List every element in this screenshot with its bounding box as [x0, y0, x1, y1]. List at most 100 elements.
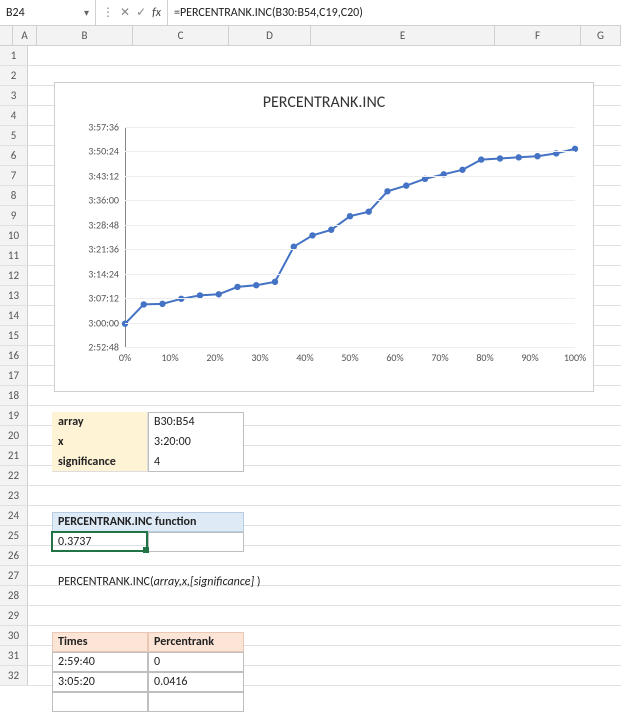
- row-header[interactable]: 12: [0, 266, 28, 285]
- param-x-value[interactable]: 3:20:00: [154, 432, 191, 452]
- syntax-text[interactable]: PERCENTRANK.INC(array,x,[significance] ): [58, 572, 261, 592]
- row-header[interactable]: 14: [0, 306, 28, 325]
- chart-y-tick-label: 3:43:12: [88, 169, 125, 182]
- chart-data-point: [216, 291, 222, 297]
- chart-series: [125, 127, 575, 347]
- row-header[interactable]: 7: [0, 166, 28, 185]
- column-header[interactable]: D: [229, 26, 311, 45]
- row-header[interactable]: 24: [0, 506, 28, 525]
- row-header[interactable]: 20: [0, 426, 28, 445]
- chart-x-tick-label: 20%: [206, 347, 223, 364]
- chart-gridline: [125, 249, 575, 250]
- name-box-value: B24: [6, 6, 25, 20]
- column-header[interactable]: G: [581, 26, 621, 45]
- chart-x-tick-label: 10%: [161, 347, 178, 364]
- chart-data-point: [516, 154, 522, 160]
- fx-icon[interactable]: fx: [152, 6, 161, 20]
- chart-data-point: [497, 155, 503, 161]
- row-header[interactable]: 23: [0, 486, 28, 505]
- chart-data-point: [272, 279, 278, 285]
- chart[interactable]: PERCENTRANK.INC 2:52:483:00:003:07:123:1…: [54, 82, 594, 392]
- formula-input[interactable]: =PERCENTRANK.INC(B30:B54,C19,C20): [168, 0, 621, 25]
- chart-x-tick-label: 70%: [431, 347, 448, 364]
- chart-gridline: [125, 151, 575, 152]
- chart-gridline: [125, 298, 575, 299]
- chart-gridline: [125, 127, 575, 128]
- column-header[interactable]: C: [133, 26, 229, 45]
- row-header[interactable]: 31: [0, 646, 28, 665]
- table-cell-pr: 0.0416: [154, 672, 187, 692]
- chart-y-tick-label: 3:00:00: [88, 316, 125, 329]
- chart-data-point: [403, 182, 409, 188]
- param-sig-value[interactable]: 4: [154, 452, 160, 472]
- chart-x-tick-label: 60%: [386, 347, 403, 364]
- formula-text: =PERCENTRANK.INC(B30:B54,C19,C20): [174, 6, 363, 20]
- row-header[interactable]: 1: [0, 46, 28, 65]
- row-header[interactable]: 32: [0, 666, 28, 685]
- row-header[interactable]: 16: [0, 346, 28, 365]
- chart-data-point: [347, 213, 353, 219]
- row-header[interactable]: 18: [0, 386, 28, 405]
- row-header[interactable]: 28: [0, 586, 28, 605]
- function-header[interactable]: PERCENTRANK.INC function: [58, 512, 196, 532]
- chart-y-tick-label: 3:28:48: [88, 218, 125, 231]
- confirm-icon[interactable]: ✓: [136, 5, 146, 20]
- row-header[interactable]: 4: [0, 106, 28, 125]
- row-header[interactable]: 8: [0, 186, 28, 205]
- chart-data-point: [459, 167, 465, 173]
- chart-x-tick-label: 30%: [251, 347, 268, 364]
- param-sig-label[interactable]: significance: [58, 452, 116, 472]
- result-value[interactable]: 0.3737: [58, 532, 91, 552]
- param-array-value[interactable]: B30:B54: [154, 412, 195, 432]
- row-header[interactable]: 27: [0, 566, 28, 585]
- chart-x-tick-label: 0%: [119, 347, 131, 364]
- chart-x-tick-label: 100%: [564, 347, 586, 364]
- chart-y-tick-label: 3:57:36: [88, 121, 125, 134]
- cancel-icon[interactable]: ✕: [120, 5, 130, 20]
- table-header-pr[interactable]: Percentrank: [154, 632, 214, 652]
- spreadsheet-grid: ABCDEFG 12345678910111213141516171819202…: [0, 26, 621, 686]
- row-header[interactable]: 22: [0, 466, 28, 485]
- row-header[interactable]: 21: [0, 446, 28, 465]
- row-header[interactable]: 13: [0, 286, 28, 305]
- chevron-down-icon[interactable]: ▾: [84, 6, 89, 19]
- formula-bar-buttons: ⋮ ✕ ✓ fx: [96, 0, 168, 25]
- row-header[interactable]: 11: [0, 246, 28, 265]
- table-cell-time: 2:59:40: [58, 652, 95, 672]
- table-header-times[interactable]: Times: [58, 632, 87, 652]
- row-header[interactable]: 30: [0, 626, 28, 645]
- chart-x-tick-label: 50%: [341, 347, 358, 364]
- column-header[interactable]: A: [13, 26, 37, 45]
- table-row[interactable]: [52, 692, 148, 712]
- select-all-corner[interactable]: [0, 26, 13, 45]
- column-header[interactable]: F: [495, 26, 581, 45]
- row-header[interactable]: 15: [0, 326, 28, 345]
- name-box[interactable]: B24 ▾: [0, 0, 96, 25]
- chart-x-tick-label: 90%: [521, 347, 538, 364]
- row-header[interactable]: 9: [0, 206, 28, 225]
- column-header[interactable]: B: [37, 26, 133, 45]
- table-row[interactable]: [148, 692, 244, 712]
- chart-y-tick-label: 3:21:36: [88, 243, 125, 256]
- row-header[interactable]: 26: [0, 546, 28, 565]
- chart-gridline: [125, 323, 575, 324]
- chart-y-tick-label: 3:07:12: [88, 292, 125, 305]
- column-header[interactable]: E: [311, 26, 495, 45]
- row-header[interactable]: 17: [0, 366, 28, 385]
- param-array-label[interactable]: array: [58, 412, 84, 432]
- row-header[interactable]: 10: [0, 226, 28, 245]
- row-header[interactable]: 3: [0, 86, 28, 105]
- row-header[interactable]: 19: [0, 406, 28, 425]
- row-header[interactable]: 6: [0, 146, 28, 165]
- row-header[interactable]: 29: [0, 606, 28, 625]
- more-icon[interactable]: ⋮: [102, 5, 114, 20]
- chart-plot-area: 2:52:483:00:003:07:123:14:243:21:363:28:…: [125, 127, 575, 347]
- row-header[interactable]: 5: [0, 126, 28, 145]
- column-headers: ABCDEFG: [0, 26, 621, 46]
- param-x-label[interactable]: x: [58, 432, 64, 452]
- row-header[interactable]: 25: [0, 526, 28, 545]
- chart-x-tick-label: 40%: [296, 347, 313, 364]
- chart-gridline: [125, 274, 575, 275]
- chart-y-tick-label: 3:50:24: [88, 145, 125, 158]
- row-header[interactable]: 2: [0, 66, 28, 85]
